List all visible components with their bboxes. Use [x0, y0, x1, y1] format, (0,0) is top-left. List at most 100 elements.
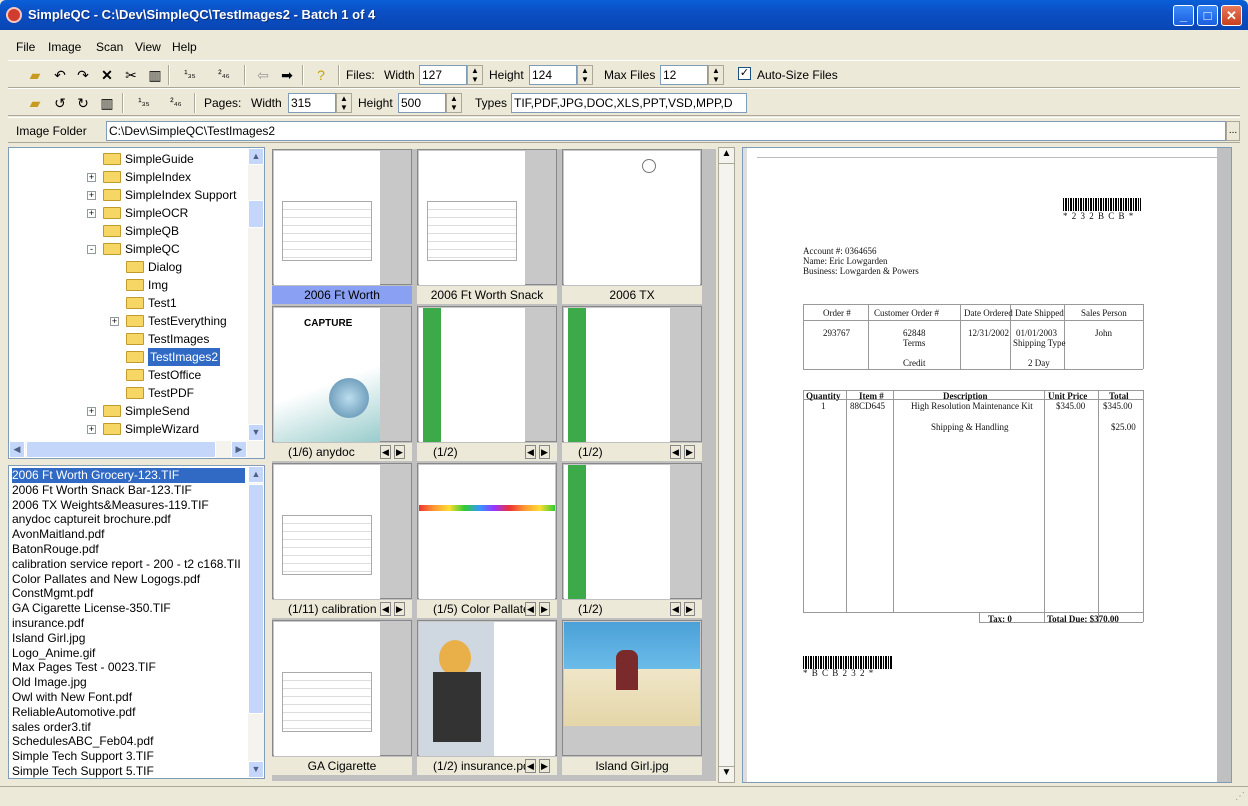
thumbnail-cell[interactable]: CAPTURE (1/6) anydoc ◀ ▶ [272, 306, 412, 462]
thumbnail-cell[interactable]: (1/2) insurance.pdf ◀ ▶ [417, 620, 557, 776]
expand-icon[interactable]: + [87, 425, 96, 434]
tree-item[interactable]: Img [9, 276, 249, 294]
thumbnail-image[interactable] [562, 149, 702, 285]
thumbnail-cell[interactable]: 2006 Ft Worth Snack [417, 149, 557, 305]
file-list-scrollbar[interactable]: ▲ ▼ [248, 466, 264, 778]
thumbnail-cell[interactable]: (1/2) ◀ ▶ [562, 306, 702, 462]
types-input[interactable]: TIF,PDF,JPG,DOC,XLS,PPT,VSD,MPP,D [511, 93, 747, 113]
undo-icon[interactable]: ↶ [51, 66, 69, 84]
thumbnail-image[interactable] [417, 149, 557, 285]
pages-width-spinner[interactable]: ▲ ▼ [336, 93, 352, 113]
thumbnail-image[interactable] [272, 149, 412, 285]
menu-image[interactable]: Image [48, 40, 81, 54]
collapse-icon[interactable]: - [87, 245, 96, 254]
next-page-icon[interactable]: ▶ [539, 602, 550, 616]
file-list-item[interactable]: 2006 Ft Worth Snack Bar-123.TIF [12, 483, 248, 498]
file-list-item[interactable]: Simple Tech Support 5.TIF [12, 764, 248, 778]
scroll-right-arrow-icon[interactable]: ▶ [231, 441, 247, 458]
expand-icon[interactable]: + [87, 209, 96, 218]
image-folder-input[interactable]: C:\Dev\SimpleQC\TestImages2 [106, 121, 1226, 141]
file-list-item[interactable]: insurance.pdf [12, 616, 248, 631]
tree-item[interactable]: TestOffice [9, 366, 249, 384]
prev-page-icon[interactable]: ◀ [525, 602, 536, 616]
tree-item[interactable]: + SimpleIndex Support [9, 186, 249, 204]
tree-item[interactable]: + SimpleSend [9, 402, 249, 420]
prev-page-icon[interactable]: ◀ [670, 602, 681, 616]
menu-view[interactable]: View [135, 40, 161, 54]
scroll-thumb[interactable] [248, 200, 264, 228]
tree-item[interactable]: + SimpleWizard [9, 420, 249, 438]
tree-item[interactable]: Test1 [9, 294, 249, 312]
reorder-pages-icon[interactable]: ²₄₆ [162, 94, 190, 112]
file-list-item[interactable]: SchedulesABC_Feb04.pdf [12, 734, 248, 749]
file-list-item[interactable]: Owl with New Font.pdf [12, 690, 248, 705]
thumbnail-image[interactable] [562, 620, 702, 756]
prev-page-icon[interactable]: ◀ [525, 759, 536, 773]
scroll-down-arrow-icon[interactable]: ▼ [248, 424, 264, 441]
renumber-pages-icon[interactable]: ¹₃₅ [130, 94, 158, 112]
file-list-item[interactable]: 2006 TX Weights&Measures-119.TIF [12, 498, 248, 513]
file-list-item[interactable]: Max Pages Test - 0023.TIF [12, 660, 248, 675]
menu-scan[interactable]: Scan [96, 40, 123, 54]
thumbnail-cell[interactable]: (1/2) ◀ ▶ [417, 306, 557, 462]
forward-arrow-icon[interactable]: ➡ [278, 66, 296, 84]
expand-icon[interactable]: + [87, 191, 96, 200]
tree-item[interactable]: - SimpleQC [9, 240, 249, 258]
thumbnail-image[interactable] [417, 306, 557, 442]
open-folder-icon[interactable]: ▰ [26, 66, 44, 84]
pages-height-input[interactable]: 500 [398, 93, 446, 113]
file-list-item[interactable]: anydoc captureit brochure.pdf [12, 512, 248, 527]
back-arrow-icon[interactable]: ⇦ [254, 66, 272, 84]
tree-item[interactable]: SimpleQB [9, 222, 249, 240]
scroll-down-arrow-icon[interactable]: ▼ [719, 766, 734, 782]
redo-icon[interactable]: ↷ [74, 66, 92, 84]
file-list-item[interactable]: AvonMaitland.pdf [12, 527, 248, 542]
thumbnail-cell[interactable]: GA Cigarette [272, 620, 412, 776]
cut-icon[interactable]: ✂ [122, 66, 140, 84]
scroll-up-arrow-icon[interactable]: ▲ [248, 466, 264, 483]
auto-size-checkbox[interactable]: ✓ [738, 67, 751, 80]
expand-icon[interactable]: + [87, 407, 96, 416]
renumber-icon[interactable]: ¹₃₅ [176, 66, 204, 84]
max-files-input[interactable]: 12 [660, 65, 708, 85]
thumbnail-image[interactable] [562, 463, 702, 599]
next-page-icon[interactable]: ▶ [684, 602, 695, 616]
file-list-item[interactable]: Logo_Anime.gif [12, 646, 248, 661]
prev-page-icon[interactable]: ◀ [380, 445, 391, 459]
thumbnail-cell[interactable]: (1/2) ◀ ▶ [562, 463, 702, 619]
open-page-icon[interactable]: ▰ [26, 94, 44, 112]
rotate-left-icon[interactable]: ↺ [51, 94, 69, 112]
next-page-icon[interactable]: ▶ [539, 445, 550, 459]
expand-icon[interactable]: + [87, 173, 96, 182]
thumbnail-image[interactable] [272, 620, 412, 756]
thumbnail-image[interactable] [272, 463, 412, 599]
scroll-left-arrow-icon[interactable]: ◀ [9, 441, 25, 458]
page-preview[interactable]: * 2 3 2 B C B * Account #: 0364656 Name:… [742, 147, 1232, 783]
pages-width-input[interactable]: 315 [288, 93, 336, 113]
thumbnail-cell[interactable]: (1/5) Color Pallates ◀ ▶ [417, 463, 557, 619]
tree-item[interactable]: + SimpleOCR [9, 204, 249, 222]
next-page-icon[interactable]: ▶ [684, 445, 695, 459]
tree-item[interactable]: Dialog [9, 258, 249, 276]
browse-button[interactable]: ... [1226, 121, 1240, 141]
close-button[interactable]: ✕ [1221, 5, 1242, 26]
thumbnail-cell[interactable]: Island Girl.jpg [562, 620, 702, 776]
scroll-down-arrow-icon[interactable]: ▼ [248, 761, 264, 778]
app-icon[interactable] [6, 7, 22, 23]
next-page-icon[interactable]: ▶ [394, 602, 405, 616]
thumbnail-image[interactable] [562, 306, 702, 442]
files-height-spinner[interactable]: ▲ ▼ [577, 65, 593, 85]
next-page-icon[interactable]: ▶ [539, 759, 550, 773]
scroll-thumb[interactable] [248, 484, 264, 714]
tree-item[interactable]: + TestEverything [9, 312, 249, 330]
file-list-item[interactable]: Old Image.jpg [12, 675, 248, 690]
thumbnail-cell[interactable]: 2006 TX [562, 149, 702, 305]
file-list-item[interactable]: Island Girl.jpg [12, 631, 248, 646]
recycle-bin-icon[interactable]: ▥ [146, 66, 164, 84]
scroll-up-arrow-icon[interactable]: ▲ [248, 148, 264, 165]
expand-icon[interactable]: + [110, 317, 119, 326]
file-list-item[interactable]: ReliableAutomotive.pdf [12, 705, 248, 720]
files-width-input[interactable]: 127 [419, 65, 467, 85]
file-list-item[interactable]: Simple Tech Support 3.TIF [12, 749, 248, 764]
tree-item[interactable]: SimpleGuide [9, 150, 249, 168]
